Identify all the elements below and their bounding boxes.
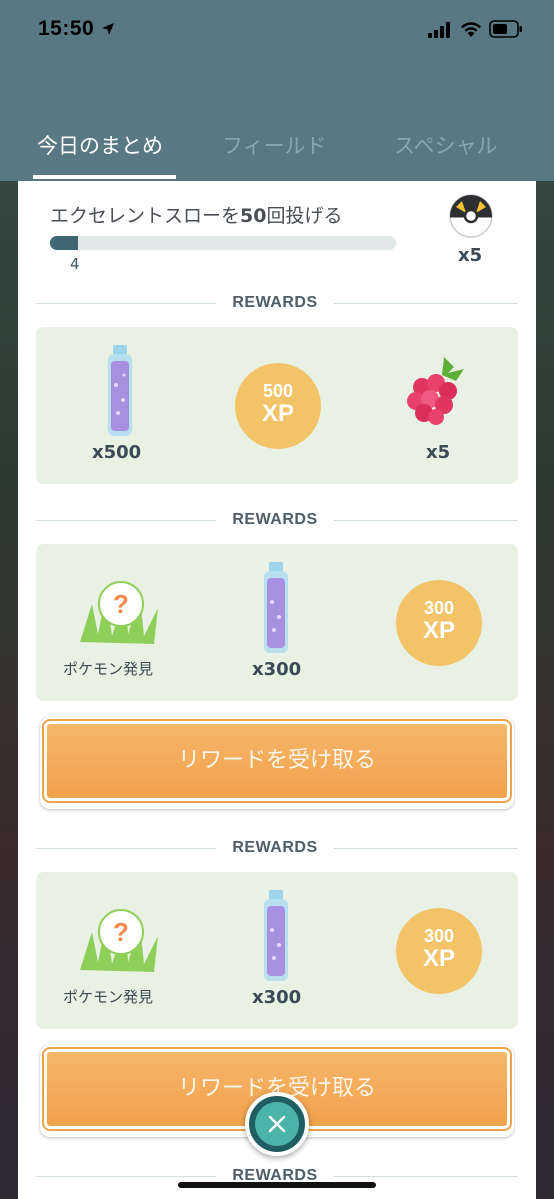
razz-berry-icon xyxy=(407,357,464,425)
quest-list-panel[interactable]: エクセレントスローを50回投げる 4 x5 REWARDS x500 500 X… xyxy=(18,181,536,1199)
header-bar: 15:50 今日のまとめ フィールド スペシャル xyxy=(0,0,554,181)
close-icon xyxy=(268,1115,286,1133)
tab-bar: 今日のまとめ フィールド スペシャル xyxy=(0,120,554,180)
xp-unit: XP xyxy=(422,617,455,644)
quest-title: エクセレントスローを50回投げる xyxy=(50,201,342,228)
xp-badge: 500 XP xyxy=(235,363,321,449)
stardust-amount: x300 xyxy=(252,987,302,1008)
active-tab-indicator xyxy=(33,175,176,179)
claim-rewards-button[interactable]: リワードを受け取る xyxy=(42,719,512,803)
pokemon-encounter-icon: ? xyxy=(80,909,158,972)
xp-badge: 300 XP xyxy=(396,580,482,666)
quest-title-suffix: 回投げる xyxy=(266,205,343,227)
quest-progress-value: 4 xyxy=(70,255,80,273)
tab-special[interactable]: スペシャル xyxy=(394,130,498,160)
svg-text:?: ? xyxy=(113,589,129,619)
quest-title-prefix: エクセレントスローを xyxy=(50,205,241,227)
cellular-signal-icon xyxy=(428,22,450,38)
xp-number: 500 xyxy=(262,381,294,401)
pokemon-encounter-icon: ? xyxy=(80,581,158,644)
berry-amount: x5 xyxy=(426,442,451,463)
xp-unit: XP xyxy=(422,945,455,972)
status-time: 15:50 xyxy=(38,17,95,40)
xp-number: 300 xyxy=(423,598,455,618)
stardust-bottle-icon xyxy=(108,345,132,436)
quest-reward-count: x5 xyxy=(458,245,483,266)
tab-field[interactable]: フィールド xyxy=(222,130,327,160)
rewards-header: REWARDS xyxy=(232,294,318,311)
status-bar: 15:50 xyxy=(0,0,554,60)
rewards-header: REWARDS xyxy=(232,511,318,528)
pokemon-encounter-caption: ポケモン発見 xyxy=(63,660,154,678)
reward-box: ? ポケモン発見 x300 300 XP xyxy=(36,872,518,1029)
svg-text:?: ? xyxy=(113,917,129,947)
rewards-divider: REWARDS xyxy=(36,294,518,314)
quest-progress-bar xyxy=(50,236,396,250)
quest-title-number: 50 xyxy=(240,205,267,227)
reward-box: x500 500 XP x5 xyxy=(36,327,518,484)
rewards-divider: REWARDS xyxy=(36,511,518,531)
rewards-divider: REWARDS xyxy=(36,839,518,859)
wifi-icon xyxy=(461,22,481,37)
reward-box: ? ポケモン発見 x300 300 XP xyxy=(36,544,518,701)
claim-rewards-button-frame: リワードを受け取る xyxy=(40,717,514,809)
quest-progress-fill xyxy=(50,236,78,250)
xp-number: 300 xyxy=(423,926,455,946)
rewards-header: REWARDS xyxy=(232,839,318,856)
stardust-amount: x500 xyxy=(92,442,142,463)
location-arrow-icon xyxy=(102,23,114,35)
ultra-ball-icon xyxy=(449,194,493,238)
stardust-bottle-icon xyxy=(264,890,288,981)
tab-today-summary[interactable]: 今日のまとめ xyxy=(37,130,163,160)
xp-badge: 300 XP xyxy=(396,908,482,994)
pokemon-encounter-caption: ポケモン発見 xyxy=(63,988,154,1006)
stardust-bottle-icon xyxy=(264,562,288,653)
close-button[interactable] xyxy=(245,1092,309,1156)
xp-unit: XP xyxy=(261,400,294,427)
battery-icon xyxy=(489,20,522,38)
home-indicator xyxy=(178,1182,376,1188)
stardust-amount: x300 xyxy=(252,659,302,680)
